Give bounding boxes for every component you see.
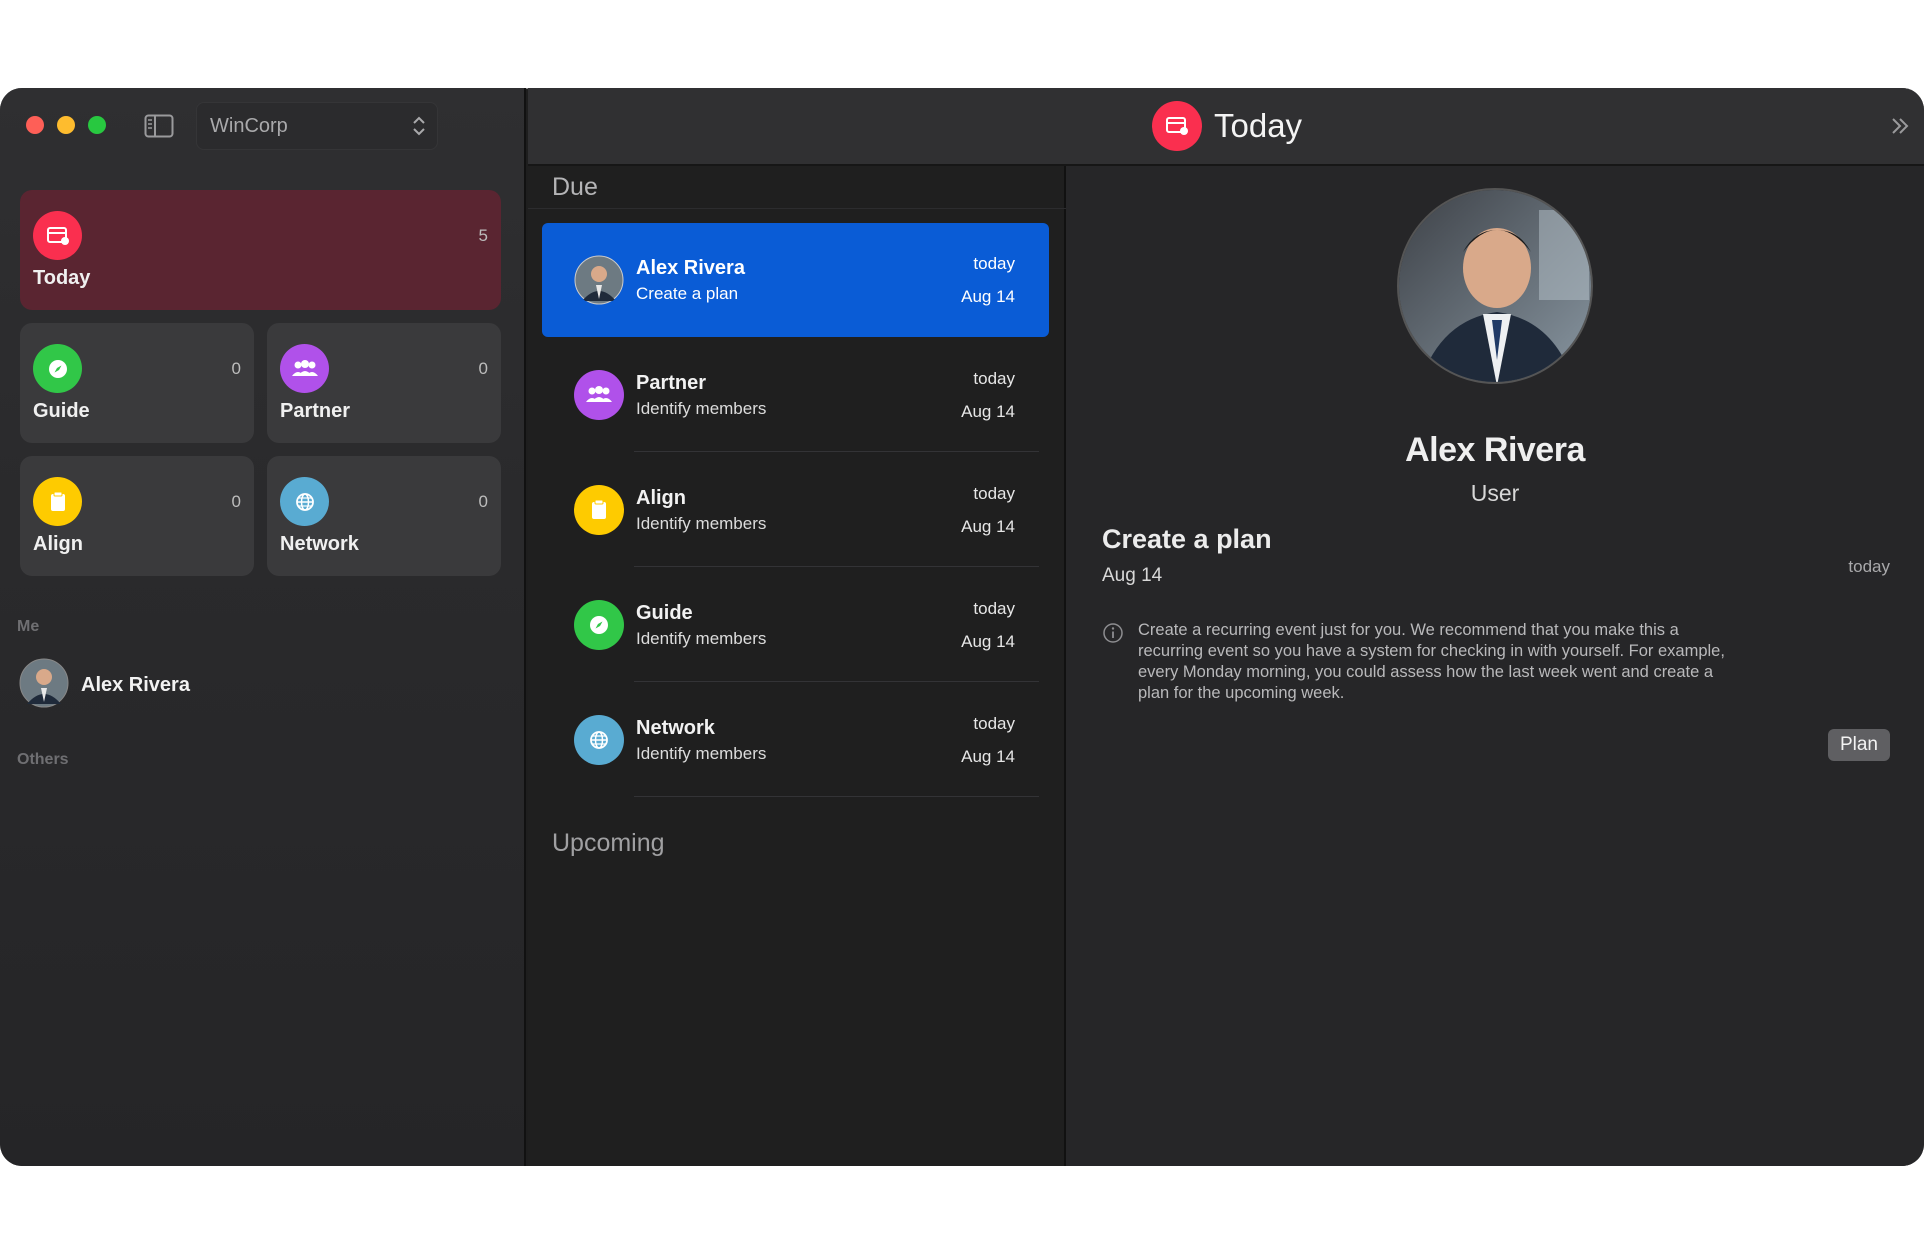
list-item-date: Aug 14	[961, 287, 1015, 306]
list-item-subtitle: Identify members	[636, 399, 767, 418]
tile-today[interactable]: 5 Today	[20, 190, 501, 310]
task-date: Aug 14	[1102, 565, 1163, 586]
sidebar-item-me[interactable]: Alex Rivera	[19, 658, 190, 713]
list-item-when: today	[973, 369, 1015, 388]
list-item[interactable]: Guide Identify members today Aug 14	[542, 568, 1049, 682]
tile-partner-count: 0	[478, 359, 488, 378]
detail-pane: Alex Rivera User Create a plan Aug 14 to…	[1066, 166, 1924, 1166]
tile-today-label: Today	[33, 267, 91, 289]
tile-guide[interactable]: 0 Guide	[20, 323, 254, 443]
sidebar-toggle-icon[interactable]	[144, 114, 174, 138]
list-item-name: Guide	[636, 602, 693, 624]
avatar	[19, 658, 69, 713]
plan-button[interactable]: Plan	[1827, 729, 1890, 761]
task-description: Create a recurring event just for you. W…	[1138, 621, 1725, 702]
app-window: WinCorp 5 Today 0 Guide 0 Partner 0 Alig…	[0, 88, 1924, 1166]
list-item-date: Aug 14	[961, 632, 1015, 651]
list-item-name: Partner	[636, 372, 707, 394]
tile-network-label: Network	[280, 533, 359, 555]
tile-partner[interactable]: 0 Partner	[267, 323, 501, 443]
list-item-date: Aug 14	[961, 517, 1015, 536]
window-controls	[26, 116, 106, 134]
calendar-icon	[33, 211, 82, 260]
section-label-me: Me	[17, 618, 40, 635]
section-header-upcoming: Upcoming	[552, 829, 665, 857]
section-header-due: Due	[528, 166, 1066, 209]
globe-icon	[574, 715, 624, 765]
workspace-selector[interactable]: WinCorp	[196, 102, 438, 150]
tile-today-count: 5	[478, 226, 488, 245]
list-item[interactable]: Align Identify members today Aug 14	[542, 453, 1049, 567]
tile-align-label: Align	[33, 533, 83, 555]
tile-guide-label: Guide	[33, 400, 90, 422]
section-label-others: Others	[17, 751, 69, 768]
list-item-name: Alex Rivera	[636, 257, 745, 279]
list-item-when: today	[973, 599, 1015, 618]
divider	[634, 681, 1039, 682]
toolbar: Today	[528, 88, 1924, 166]
page-title: Today	[1214, 107, 1303, 144]
tile-align[interactable]: 0 Align	[20, 456, 254, 576]
close-window-button[interactable]	[26, 116, 44, 134]
divider	[634, 796, 1039, 797]
profile-role: User	[1470, 480, 1520, 506]
task-when: today	[1848, 557, 1890, 576]
profile-name: Alex Rivera	[1405, 431, 1585, 469]
list-item-name: Align	[636, 487, 686, 509]
list-item[interactable]: Partner Identify members today Aug 14	[542, 338, 1049, 452]
profile-avatar	[1397, 188, 1593, 384]
list-item-subtitle: Create a plan	[636, 284, 739, 303]
group-icon	[574, 370, 624, 420]
tile-network-count: 0	[478, 492, 488, 511]
compass-icon	[33, 344, 82, 393]
chevron-updown-icon	[411, 113, 427, 145]
list-item[interactable]: Alex Rivera Create a plan today Aug 14	[542, 223, 1049, 337]
list-item-when: today	[973, 254, 1015, 273]
task-title: Create a plan	[1102, 524, 1272, 554]
task-list: Due Alex Rivera Create a plan today Aug …	[528, 166, 1066, 1166]
list-item-subtitle: Identify members	[636, 744, 767, 763]
divider	[634, 566, 1039, 567]
tile-partner-label: Partner	[280, 400, 351, 422]
sidebar: WinCorp 5 Today 0 Guide 0 Partner 0 Alig…	[0, 88, 526, 1166]
list-item-date: Aug 14	[961, 747, 1015, 766]
info-icon	[1102, 622, 1124, 649]
calendar-icon	[1152, 101, 1202, 151]
list-item-subtitle: Identify members	[636, 514, 767, 533]
list-item-when: today	[973, 484, 1015, 503]
sidebar-me-name: Alex Rivera	[81, 674, 190, 696]
tile-guide-count: 0	[231, 359, 241, 378]
zoom-window-button[interactable]	[88, 116, 106, 134]
group-icon	[280, 344, 329, 393]
list-item-name: Network	[636, 717, 715, 739]
compass-icon	[574, 600, 624, 650]
expand-chevron-icon[interactable]	[1890, 116, 1910, 141]
page-title-group: Today	[1152, 101, 1302, 151]
list-item[interactable]: Network Identify members today Aug 14	[542, 683, 1049, 797]
tile-align-count: 0	[231, 492, 241, 511]
clipboard-icon	[33, 477, 82, 526]
list-item-when: today	[973, 714, 1015, 733]
list-item-date: Aug 14	[961, 402, 1015, 421]
divider	[634, 451, 1039, 452]
minimize-window-button[interactable]	[57, 116, 75, 134]
tile-network[interactable]: 0 Network	[267, 456, 501, 576]
clipboard-icon	[574, 485, 624, 535]
globe-icon	[280, 477, 329, 526]
list-item-subtitle: Identify members	[636, 629, 767, 648]
workspace-name: WinCorp	[210, 114, 288, 137]
avatar	[574, 255, 624, 305]
